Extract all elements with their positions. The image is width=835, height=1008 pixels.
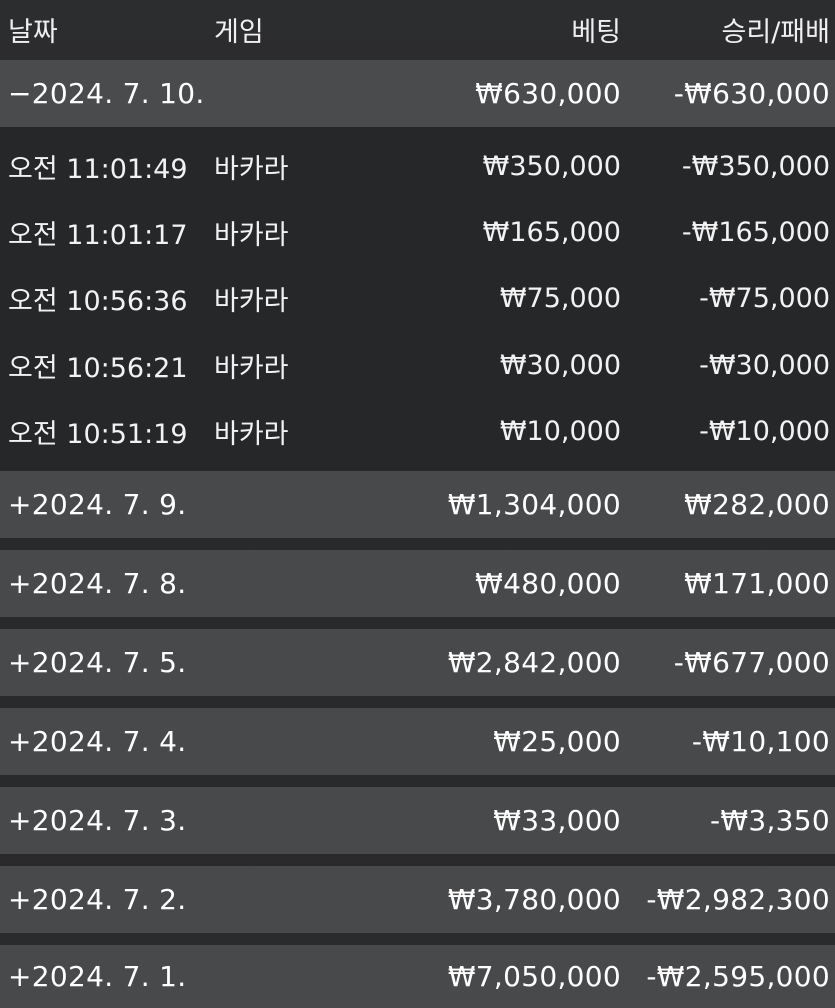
detail-game: 바카라 [214, 153, 289, 185]
detail-game: 바카라 [214, 419, 289, 450]
date-group-row[interactable]: +2024. 7. 4. ₩25,000 -₩10,100 [0, 708, 835, 775]
detail-time: 오전 10:51:19 [8, 419, 188, 450]
detail-bet: ₩350,000 [482, 150, 621, 182]
group-winloss-total: ₩171,000 [684, 567, 830, 600]
detail-bet: ₩165,000 [482, 216, 621, 248]
table-header: 날짜 게임 베팅 승리/패배 [0, 0, 835, 55]
detail-winloss: -₩75,000 [699, 283, 830, 314]
bet-history-page: 날짜 게임 베팅 승리/패배 −2024. 7. 10. ₩630,000 -₩… [0, 0, 835, 1008]
detail-time: 오전 11:01:49 [8, 153, 188, 185]
detail-bet: ₩30,000 [499, 349, 621, 381]
group-bet-total: ₩7,050,000 [447, 960, 621, 993]
detail-bet: ₩75,000 [499, 283, 621, 314]
detail-winloss: -₩165,000 [681, 216, 830, 248]
detail-row: 오전 10:51:19 바카라 ₩10,000 -₩10,000 [0, 398, 835, 465]
detail-row: 오전 11:01:49 바카라 ₩350,000 -₩350,000 [0, 133, 835, 199]
date-group-row[interactable]: +2024. 7. 9. ₩1,304,000 ₩282,000 [0, 471, 835, 538]
detail-row: 오전 10:56:21 바카라 ₩30,000 -₩30,000 [0, 332, 835, 398]
detail-winloss: -₩30,000 [699, 349, 830, 381]
group-winloss-total: -₩2,982,300 [646, 883, 830, 916]
group-winloss-total: -₩630,000 [673, 77, 830, 110]
detail-time: 오전 11:01:17 [8, 219, 188, 251]
date-group-row[interactable]: +2024. 7. 2. ₩3,780,000 -₩2,982,300 [0, 866, 835, 933]
group-winloss-total: -₩3,350 [709, 804, 830, 837]
column-header-date[interactable]: 날짜 [8, 0, 58, 65]
detail-time: 오전 10:56:21 [8, 352, 188, 384]
detail-row: 오전 10:56:36 바카라 ₩75,000 -₩75,000 [0, 265, 835, 332]
detail-game: 바카라 [214, 286, 289, 317]
group-bet-total: ₩1,304,000 [447, 488, 621, 521]
group-bet-total: ₩2,842,000 [447, 646, 621, 679]
group-date: +2024. 7. 9. [8, 488, 187, 521]
group-bet-total: ₩33,000 [493, 804, 621, 837]
detail-time: 오전 10:56:36 [8, 286, 188, 317]
column-header-bet[interactable]: 베팅 [571, 0, 621, 65]
detail-winloss: -₩350,000 [681, 150, 830, 182]
column-header-winloss[interactable]: 승리/패배 [722, 0, 830, 65]
detail-bet: ₩10,000 [499, 416, 621, 447]
group-date: +2024. 7. 5. [8, 646, 187, 679]
date-group-row[interactable]: +2024. 7. 8. ₩480,000 ₩171,000 [0, 550, 835, 617]
group-bet-total: ₩630,000 [475, 77, 621, 110]
date-group-row[interactable]: +2024. 7. 1. ₩7,050,000 -₩2,595,000 [0, 945, 835, 1008]
group-date: +2024. 7. 8. [8, 567, 187, 600]
group-date: +2024. 7. 3. [8, 804, 187, 837]
group-date: −2024. 7. 10. [8, 77, 205, 110]
group-winloss-total: ₩282,000 [684, 488, 830, 521]
group-winloss-total: -₩10,100 [691, 725, 830, 758]
date-group-row[interactable]: +2024. 7. 5. ₩2,842,000 -₩677,000 [0, 629, 835, 696]
group-bet-total: ₩480,000 [475, 567, 621, 600]
group-date: +2024. 7. 1. [8, 960, 187, 993]
group-winloss-total: -₩677,000 [673, 646, 830, 679]
detail-winloss: -₩10,000 [699, 416, 830, 447]
group-winloss-total: -₩2,595,000 [646, 960, 830, 993]
column-header-game[interactable]: 게임 [214, 0, 264, 65]
group-bet-total: ₩3,780,000 [447, 883, 621, 916]
detail-game: 바카라 [214, 219, 289, 251]
detail-game: 바카라 [214, 352, 289, 384]
group-bet-total: ₩25,000 [493, 725, 621, 758]
group-date: +2024. 7. 2. [8, 883, 187, 916]
date-group-row[interactable]: +2024. 7. 3. ₩33,000 -₩3,350 [0, 787, 835, 854]
detail-row: 오전 11:01:17 바카라 ₩165,000 -₩165,000 [0, 199, 835, 265]
date-group-row-expanded[interactable]: −2024. 7. 10. ₩630,000 -₩630,000 [0, 60, 835, 127]
group-date: +2024. 7. 4. [8, 725, 187, 758]
